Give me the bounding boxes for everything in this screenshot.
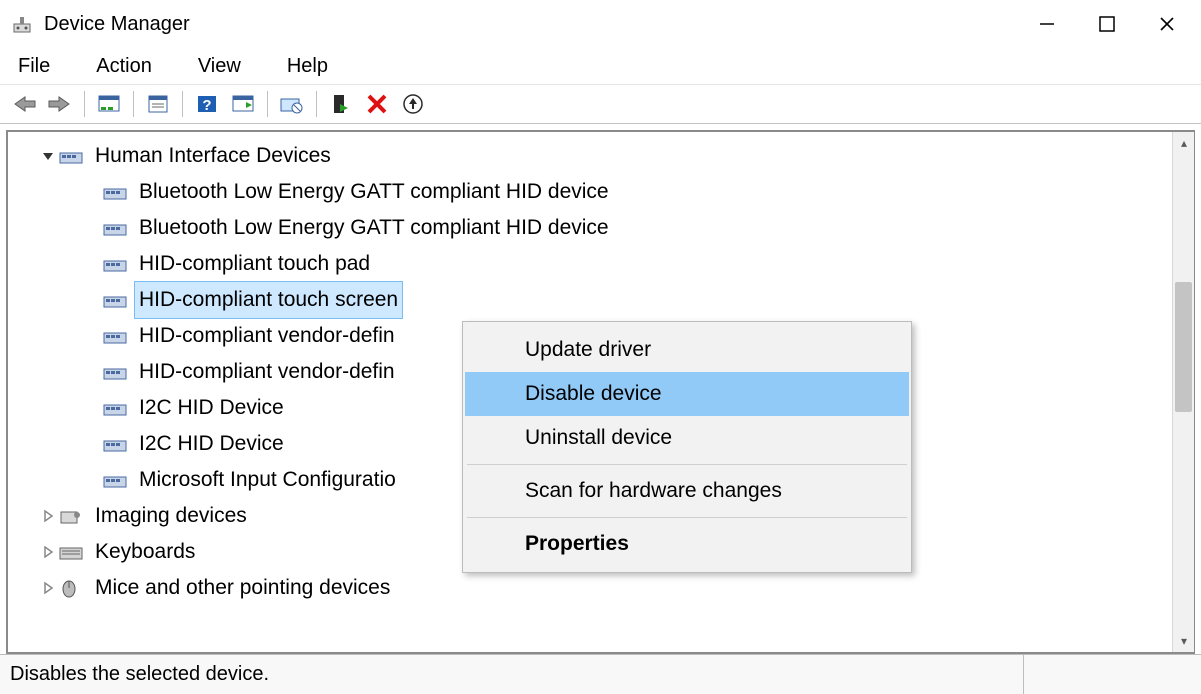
hid-device-icon — [102, 254, 128, 274]
uninstall-device-button[interactable] — [397, 89, 429, 119]
tree-device-selected[interactable]: HID-compliant touch screen — [38, 282, 1172, 318]
menu-file[interactable]: File — [10, 53, 58, 80]
keyboard-category-icon — [58, 542, 84, 562]
scroll-thumb[interactable] — [1175, 282, 1192, 412]
context-menu: Update driver Disable device Uninstall d… — [462, 321, 912, 573]
toolbar-separator — [133, 91, 134, 117]
hid-device-icon — [102, 182, 128, 202]
hid-device-icon — [102, 290, 128, 310]
tree-label: HID-compliant vendor-defin — [134, 317, 400, 355]
chevron-right-icon[interactable] — [38, 546, 58, 558]
tree-label: HID-compliant touch screen — [134, 281, 403, 319]
update-driver-button[interactable] — [276, 89, 308, 119]
toolbar-separator — [182, 91, 183, 117]
hid-device-icon — [102, 470, 128, 490]
window-title: Device Manager — [44, 13, 1017, 36]
properties-button[interactable] — [142, 89, 174, 119]
tree-label: HID-compliant touch pad — [134, 245, 375, 283]
chevron-right-icon[interactable] — [38, 582, 58, 594]
scroll-up-icon[interactable]: ▴ — [1173, 132, 1195, 154]
imaging-category-icon — [58, 506, 84, 526]
ctx-separator — [467, 517, 907, 518]
toolbar-separator — [316, 91, 317, 117]
mouse-category-icon — [58, 578, 84, 598]
menu-help[interactable]: Help — [279, 53, 336, 80]
titlebar: Device Manager — [0, 0, 1201, 48]
toolbar-separator — [84, 91, 85, 117]
tree-label: Microsoft Input Configuratio — [134, 461, 401, 499]
toolbar: ? — [0, 84, 1201, 124]
ctx-update-driver[interactable]: Update driver — [465, 328, 909, 372]
tree-label: Mice and other pointing devices — [90, 569, 395, 607]
vertical-scrollbar[interactable]: ▴ ▾ — [1172, 132, 1194, 652]
tree-label: Bluetooth Low Energy GATT compliant HID … — [134, 173, 614, 211]
menu-view[interactable]: View — [190, 53, 249, 80]
toolbar-separator — [267, 91, 268, 117]
hid-device-icon — [102, 326, 128, 346]
tree-label: I2C HID Device — [134, 425, 289, 463]
menu-action[interactable]: Action — [88, 53, 160, 80]
tree-category-hid[interactable]: Human Interface Devices — [38, 138, 1172, 174]
hid-device-icon — [102, 398, 128, 418]
hid-device-icon — [102, 218, 128, 238]
chevron-down-icon[interactable] — [38, 150, 58, 162]
scroll-down-icon[interactable]: ▾ — [1173, 630, 1195, 652]
hid-category-icon — [58, 146, 84, 166]
back-button[interactable] — [8, 89, 40, 119]
tree-device[interactable]: HID-compliant touch pad — [38, 246, 1172, 282]
close-button[interactable] — [1137, 0, 1197, 48]
tree-label: HID-compliant vendor-defin — [134, 353, 400, 391]
statusbar: Disables the selected device. — [0, 654, 1201, 694]
disable-device-button[interactable] — [361, 89, 393, 119]
tree-device[interactable]: Bluetooth Low Energy GATT compliant HID … — [38, 174, 1172, 210]
window-controls — [1017, 0, 1197, 48]
tree-device[interactable]: Bluetooth Low Energy GATT compliant HID … — [38, 210, 1172, 246]
ctx-properties[interactable]: Properties — [465, 522, 909, 566]
tree-label: Human Interface Devices — [90, 137, 336, 175]
show-hide-console-button[interactable] — [93, 89, 125, 119]
maximize-button[interactable] — [1077, 0, 1137, 48]
ctx-disable-device[interactable]: Disable device — [465, 372, 909, 416]
hid-device-icon — [102, 362, 128, 382]
status-pane — [1023, 655, 1201, 694]
tree-label: Bluetooth Low Energy GATT compliant HID … — [134, 209, 614, 247]
ctx-scan-hardware[interactable]: Scan for hardware changes — [465, 469, 909, 513]
tree-label: Keyboards — [90, 533, 200, 571]
forward-button[interactable] — [44, 89, 76, 119]
ctx-separator — [467, 464, 907, 465]
hid-device-icon — [102, 434, 128, 454]
ctx-uninstall-device[interactable]: Uninstall device — [465, 416, 909, 460]
minimize-button[interactable] — [1017, 0, 1077, 48]
menubar: File Action View Help — [0, 48, 1201, 84]
help-button[interactable]: ? — [191, 89, 223, 119]
scan-hardware-button[interactable] — [227, 89, 259, 119]
tree-label: Imaging devices — [90, 497, 252, 535]
svg-text:?: ? — [202, 97, 211, 114]
app-icon — [10, 12, 34, 36]
status-text: Disables the selected device. — [10, 663, 269, 686]
chevron-right-icon[interactable] — [38, 510, 58, 522]
enable-device-button[interactable] — [325, 89, 357, 119]
tree-label: I2C HID Device — [134, 389, 289, 427]
tree-category-mice[interactable]: Mice and other pointing devices — [38, 570, 1172, 606]
